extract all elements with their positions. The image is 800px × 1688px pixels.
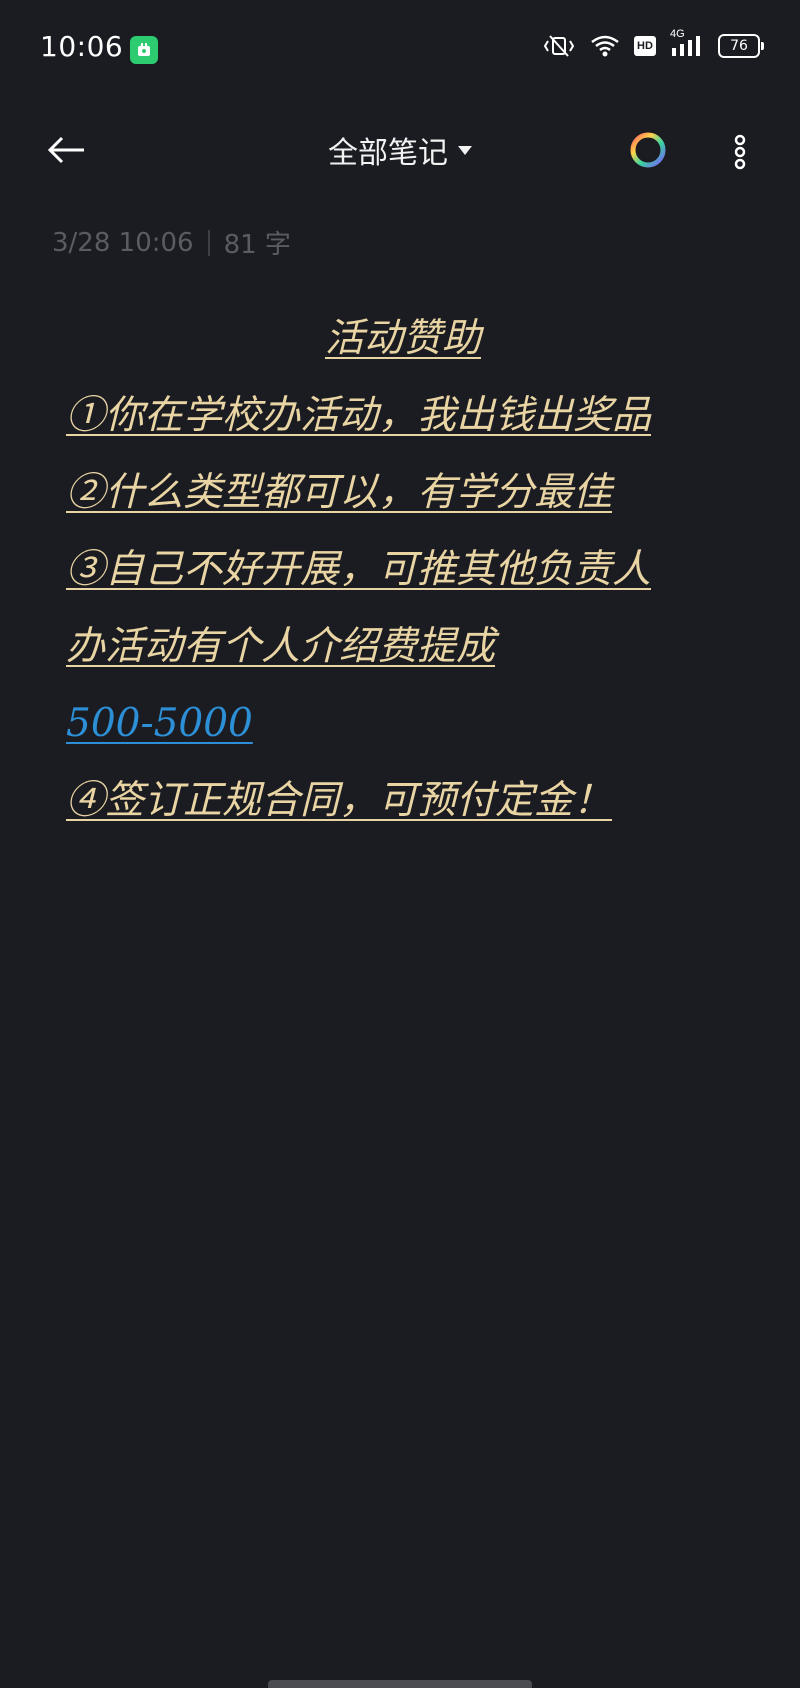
note-word-count: 81 字 [223,230,291,260]
hd-icon: HD [634,36,656,56]
note-line-1: ①你在学校办活动，我出钱出奖品 [66,377,756,454]
dropdown-caret-icon [458,145,472,155]
note-line-5: 500-5000 [66,685,756,762]
note-line-text: ①你在学校办活动，我出钱出奖品 [66,393,652,438]
folder-dropdown[interactable]: 全部笔记 [328,128,472,172]
note-line-6: ④签订正规合同，可预付定金！ [66,762,756,839]
note-line-text: ④签订正规合同，可预付定金！ [66,778,613,823]
wifi-icon [590,34,620,58]
more-vertical-icon [734,134,746,170]
home-indicator[interactable] [268,1680,532,1688]
note-meta: 3/28 10:06 81 字 [52,224,291,261]
status-bar: 10:06 HD 4G 76 [0,0,800,100]
more-options-button[interactable] [716,128,764,176]
note-line-text: ③自己不好开展，可推其他负责人 [66,547,652,592]
note-content[interactable]: 活动赞助 ①你在学校办活动，我出钱出奖品 ②什么类型都可以，有学分最佳 ③自己不… [66,300,756,839]
page-title: 全部笔记 [328,136,448,171]
app-bar: 全部笔记 [0,100,800,200]
app-notification-icon [130,36,158,64]
note-line-text: ②什么类型都可以，有学分最佳 [66,470,613,515]
note-title: 活动赞助 [324,316,481,361]
note-link-text[interactable]: 500-5000 [66,701,253,746]
meta-divider [207,229,210,256]
note-datetime: 3/28 10:06 [52,227,194,258]
signal-4g-icon: 4G [670,28,704,58]
battery-icon: 76 [718,34,764,58]
network-label: 4G [670,28,685,40]
color-palette-button[interactable] [626,128,670,172]
note-line-2: ②什么类型都可以，有学分最佳 [66,454,756,531]
note-line-3: ③自己不好开展，可推其他负责人 [66,531,756,608]
status-time: 10:06 [40,30,124,63]
app-title-bar: 全部笔记 [0,128,800,172]
note-title-line: 活动赞助 [66,300,740,377]
status-icons: HD 4G 76 [542,28,764,58]
note-line-text: 办活动有个人介绍费提成 [66,624,496,669]
note-line-4: 办活动有个人介绍费提成 [66,608,756,685]
color-palette-icon [630,132,666,168]
vibrate-icon [542,34,576,58]
